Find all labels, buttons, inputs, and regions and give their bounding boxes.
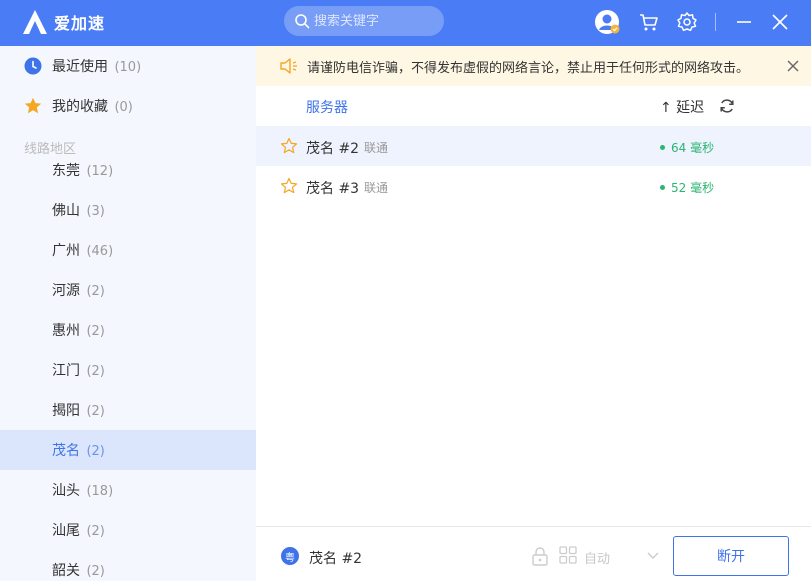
server-name: 茂名 #3 [306,181,360,197]
status-dot [660,145,665,150]
server-name: 茂名 #2 [306,141,360,157]
app-name: 爱加速 [54,14,106,33]
sidebar-item-region[interactable]: 惠州 (2) [0,310,256,350]
search-box[interactable] [284,6,444,36]
close-icon [772,14,788,30]
titlebar-divider [715,13,716,31]
chevron-down-icon[interactable] [647,550,659,560]
sidebar-item-region[interactable]: 江门 (2) [0,350,256,390]
notice-close-icon[interactable] [786,59,800,73]
title-bar: 爱加速 [0,0,811,46]
sidebar-item-region[interactable]: 东莞 (12) [0,150,256,190]
minimize-button[interactable] [730,8,758,36]
user-avatar-button[interactable] [593,8,621,36]
star-outline-icon[interactable] [280,177,298,195]
sidebar-item-region[interactable]: 揭阳 (2) [0,390,256,430]
sidebar-item-region[interactable]: 佛山 (3) [0,190,256,230]
region-badge: 粤 [281,547,299,565]
sidebar-item-region[interactable]: 汕尾 (2) [0,510,256,550]
sidebar-item-region[interactable]: 广州 (46) [0,230,256,270]
lock-icon[interactable] [531,546,549,566]
sidebar-item-region[interactable]: 汕头 (18) [0,470,256,510]
logo-icon [23,10,47,34]
sidebar: 最近使用 (10) 我的收藏 (0) 线路地区 东莞 (12) 佛山 (3) 广… [0,46,256,581]
sidebar-item-region[interactable]: 河源 (2) [0,270,256,310]
sidebar-item-label: 我的收藏 (0) [52,99,133,115]
server-latency: 64 毫秒 [660,139,714,156]
cart-button[interactable] [635,8,663,36]
table-row[interactable]: 茂名 #2 联通 64 毫秒 [256,126,811,166]
mode-select-value[interactable]: 自动 [584,548,610,567]
star-filled-icon [24,97,42,114]
notice-banner: 请谨防电信诈骗，不得发布虚假的网络言论，禁止用于任何形式的网络攻击。 [256,46,811,86]
table-row[interactable]: 茂名 #3 联通 52 毫秒 [256,166,811,206]
sidebar-item-label: 最近使用 (10) [52,59,142,75]
gear-icon [677,12,697,32]
grid-icon[interactable] [559,546,577,564]
table-header: 服务器 ↑ 延迟 [256,86,811,126]
column-latency-header[interactable]: ↑ 延迟 [660,97,704,117]
main-panel: 请谨防电信诈骗，不得发布虚假的网络言论，禁止用于任何形式的网络攻击。 服务器 ↑… [256,46,811,581]
refresh-icon[interactable] [719,98,735,114]
app-logo: 爱加速 [22,9,105,35]
sidebar-item-favorites[interactable]: 我的收藏 (0) [0,86,256,126]
notice-text: 请谨防电信诈骗，不得发布虚假的网络言论，禁止用于任何形式的网络攻击。 [307,60,750,76]
sidebar-item-region[interactable]: 韶关 (2) [0,550,256,581]
current-server-name: 茂名 #2 [309,551,363,567]
status-dot [660,185,665,190]
close-button[interactable] [766,8,794,36]
disconnect-button[interactable]: 断开 [673,536,789,576]
clock-icon [24,57,42,75]
speaker-icon [280,58,297,74]
minimize-icon [737,21,751,23]
connection-bar: 粤 茂名 #2 自动 断开 [256,526,811,581]
server-isp: 联通 [364,141,389,155]
server-isp: 联通 [364,181,389,195]
search-icon [295,14,310,29]
star-outline-icon[interactable] [280,137,298,155]
sidebar-item-region-active[interactable]: 茂名 (2) [0,430,256,470]
sidebar-item-recent[interactable]: 最近使用 (10) [0,46,256,86]
settings-button[interactable] [673,8,701,36]
column-server-header[interactable]: 服务器 [306,97,348,117]
user-avatar-icon [595,10,620,34]
search-input[interactable] [314,13,434,29]
server-latency: 52 毫秒 [660,179,714,196]
cart-icon [640,14,658,31]
